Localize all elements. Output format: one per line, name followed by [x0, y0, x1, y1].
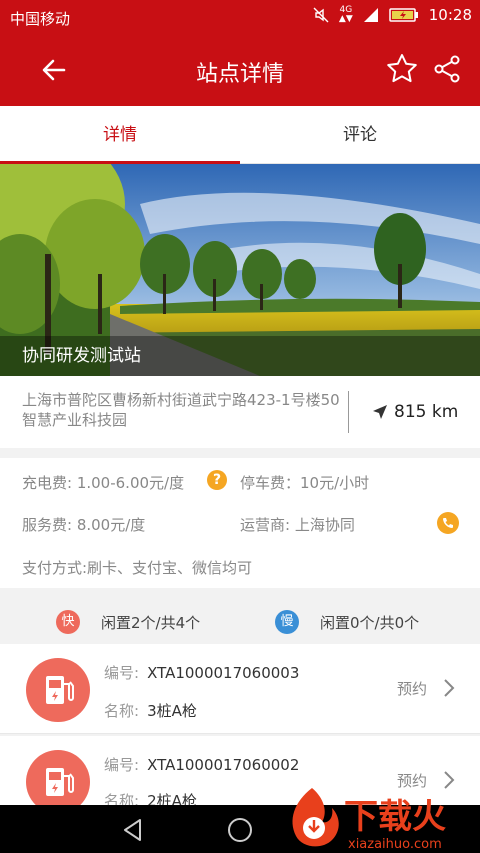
- charging-station-icon: [26, 658, 90, 722]
- reserve-button[interactable]: 预约: [397, 678, 427, 699]
- list-item[interactable]: 编号: XTA1000017060003 名称: 3桩A枪 预约: [0, 644, 480, 734]
- service-fee: 服务费: 8.00元/度: [22, 516, 146, 534]
- name-label: 名称:: [104, 702, 140, 720]
- station-address: 上海市普陀区曹杨新村街道武宁路423-1号楼50智慧产业科技园: [22, 391, 340, 429]
- pile-summary: 快 闲置2个/共4个 慢 闲置0个/共0个: [0, 598, 480, 644]
- watermark-logo: 下载火 xiazaihuo.com: [282, 782, 480, 853]
- battery-icon: [389, 8, 418, 22]
- help-icon[interactable]: ?: [207, 470, 227, 490]
- phone-icon[interactable]: [437, 512, 459, 534]
- clock: 10:28: [428, 6, 472, 24]
- address-card[interactable]: 上海市普陀区曹杨新村街道武宁路423-1号楼50智慧产业科技园 815 km: [0, 376, 480, 448]
- pile-name: 3桩A枪: [147, 702, 197, 720]
- signal-icon: [363, 8, 378, 22]
- fee-info: 充电费: 1.00-6.00元/度 ? 停车费：10元/小时 服务费: 8.00…: [0, 458, 480, 588]
- svg-text:下载火: 下载火: [344, 797, 446, 837]
- nav-home-icon[interactable]: [227, 817, 253, 843]
- nav-back-icon[interactable]: [120, 817, 146, 843]
- network-label: 4G: [339, 5, 353, 15]
- status-bar: 中国移动 4G ▲▼ 10:28: [0, 0, 480, 34]
- charge-fee: 充电费: 1.00-6.00元/度: [22, 474, 185, 492]
- app-bar: 站点详情: [0, 34, 480, 106]
- pile-code: XTA1000017060002: [147, 756, 300, 774]
- station-name: 协同研发测试站: [0, 336, 480, 376]
- distance-value: 815 km: [394, 402, 459, 422]
- svg-text:xiazaihuo.com: xiazaihuo.com: [348, 837, 442, 852]
- station-photo: 协同研发测试站: [0, 164, 480, 376]
- slow-badge: 慢: [275, 610, 299, 634]
- carrier-label: 中国移动: [10, 10, 71, 28]
- operator: 运营商: 上海协同: [240, 516, 355, 534]
- parking-fee: 停车费：10元/小时: [240, 474, 370, 492]
- code-label: 编号:: [104, 756, 140, 774]
- divider: [348, 391, 349, 433]
- favorite-star-icon[interactable]: [385, 52, 419, 86]
- navigate-distance[interactable]: 815 km: [372, 402, 458, 422]
- slow-summary: 闲置0个/共0个: [320, 614, 420, 632]
- network-icon: 4G ▲▼: [338, 5, 353, 24]
- tab-comments[interactable]: 评论: [240, 106, 480, 164]
- payment-methods: 支付方式:刷卡、支付宝、微信均可: [22, 559, 253, 577]
- fast-summary: 闲置2个/共4个: [101, 614, 201, 632]
- code-label: 编号:: [104, 664, 140, 682]
- mute-icon: [313, 7, 329, 23]
- chevron-right-icon: [444, 679, 455, 697]
- navigation-arrow-icon: [373, 405, 387, 419]
- share-icon[interactable]: [432, 54, 462, 84]
- tab-details[interactable]: 详情: [0, 106, 240, 164]
- fast-badge: 快: [56, 610, 80, 634]
- pile-code: XTA1000017060003: [147, 664, 300, 682]
- tab-bar: 详情 评论: [0, 106, 480, 164]
